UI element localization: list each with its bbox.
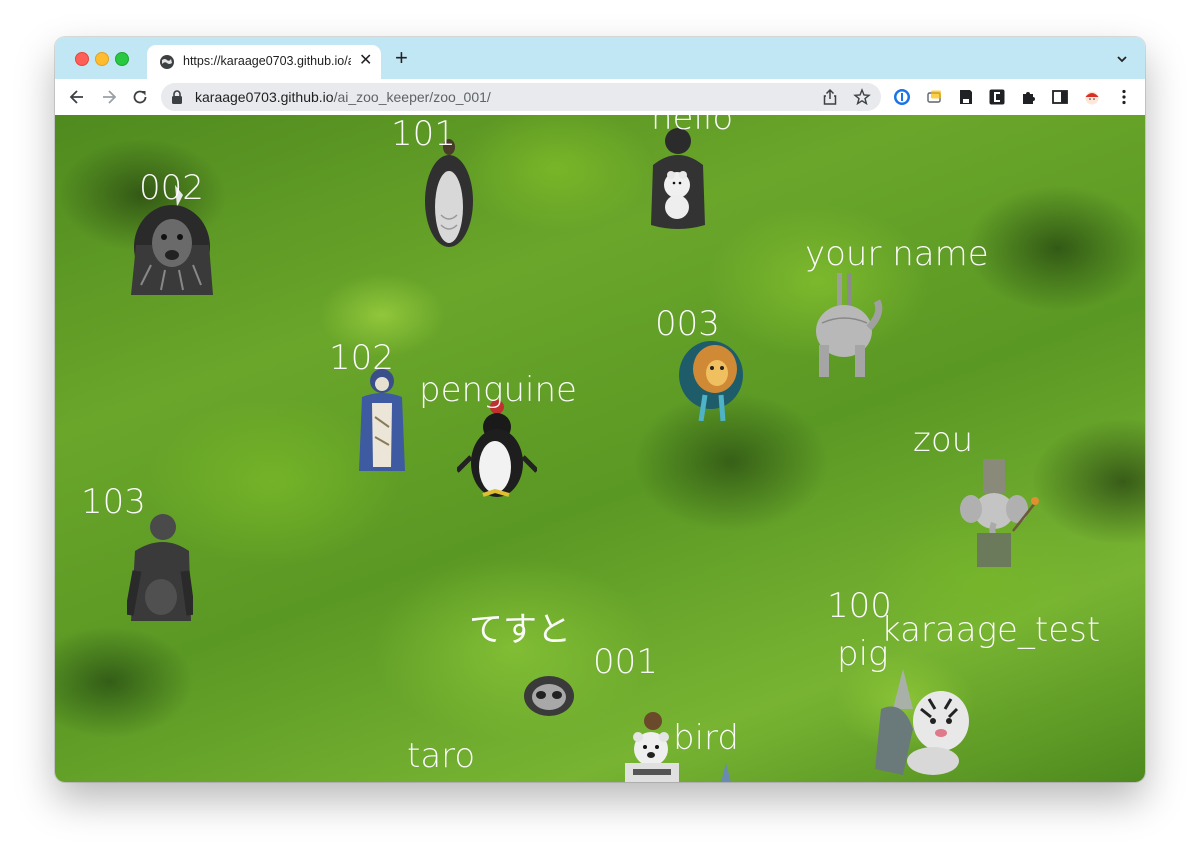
lock-icon[interactable] — [171, 90, 183, 104]
animal-name-label: 103 — [81, 482, 146, 522]
animal-name-label: zou — [913, 420, 974, 460]
gorilla-animal[interactable] — [127, 511, 193, 623]
bookmark-star-icon[interactable] — [853, 88, 871, 106]
back-arrow-icon[interactable] — [67, 87, 87, 107]
share-icon[interactable] — [821, 88, 839, 106]
clip-extension-icon[interactable] — [988, 88, 1006, 106]
penguin-animal-101[interactable] — [423, 139, 475, 247]
penguin-animal[interactable] — [457, 397, 537, 499]
elephant-animal-grey[interactable] — [807, 273, 883, 381]
close-window-button[interactable] — [75, 52, 89, 66]
chevron-down-icon[interactable] — [1115, 52, 1129, 66]
animal-name-label: bird — [673, 718, 739, 758]
bird-animal[interactable] — [719, 763, 733, 782]
window-extension-icon[interactable] — [925, 88, 943, 106]
profile-avatar-icon[interactable] — [1083, 88, 1101, 106]
toolbar: karaage0703.github.io/ai_zoo_keeper/zoo_… — [55, 79, 1145, 115]
lion-animal-colorful[interactable] — [675, 335, 747, 421]
maximize-window-button[interactable] — [115, 52, 129, 66]
browser-window: https://karaage0703.github.io/ai_zoo_kee… — [55, 37, 1145, 782]
animal-name-label: 001 — [593, 642, 658, 682]
sloth-animal[interactable] — [523, 675, 575, 717]
address-bar[interactable]: karaage0703.github.io/ai_zoo_keeper/zoo_… — [161, 83, 881, 111]
animal-name-label: てすと — [469, 610, 571, 650]
elephant-animal-hat[interactable] — [959, 459, 1039, 569]
tab-close-icon[interactable]: ✕ — [359, 52, 372, 70]
robed-figure-animal[interactable] — [357, 367, 407, 473]
save-extension-icon[interactable] — [957, 88, 975, 106]
animal-name-label: taro — [407, 736, 476, 776]
url-host: karaage0703.github.io — [195, 89, 334, 105]
animal-name-label: penguine — [419, 370, 577, 410]
url-path: /ai_zoo_keeper/zoo_001/ — [333, 89, 491, 105]
side-panel-icon[interactable] — [1051, 88, 1069, 106]
menu-kebab-icon[interactable] — [1115, 88, 1133, 106]
animal-name-label: karaage_test — [881, 610, 1101, 650]
animal-name-label: pig — [837, 634, 889, 674]
url-text[interactable]: karaage0703.github.io/ai_zoo_keeper/zoo_… — [195, 89, 491, 105]
reload-icon[interactable] — [130, 87, 150, 107]
tab-title: https://karaage0703.github.io/ai_zoo_kee… — [183, 54, 351, 68]
animal-name-label: 101 — [391, 115, 456, 154]
puzzle-extensions-icon[interactable] — [1020, 88, 1038, 106]
animal-name-label: 003 — [655, 304, 720, 344]
animal-name-label: 102 — [329, 338, 394, 378]
new-tab-button[interactable]: + — [395, 47, 408, 69]
tab-active[interactable]: https://karaage0703.github.io/ai_zoo_kee… — [147, 45, 381, 79]
animal-name-label: 002 — [139, 168, 204, 208]
minimize-window-button[interactable] — [95, 52, 109, 66]
globe-icon — [160, 55, 174, 69]
forward-arrow-icon[interactable] — [99, 87, 119, 107]
animal-name-label: your name — [805, 234, 989, 274]
animal-name-label: hello — [651, 115, 734, 138]
password-manager-extension-icon[interactable] — [893, 88, 911, 106]
zoo-canvas: 002 101 hello your name 003 102 penguine… — [55, 115, 1145, 782]
tab-bar: https://karaage0703.github.io/ai_zoo_kee… — [55, 37, 1145, 79]
white-tiger-animal[interactable] — [873, 669, 973, 775]
gorilla-with-bear-animal[interactable] — [647, 125, 709, 233]
